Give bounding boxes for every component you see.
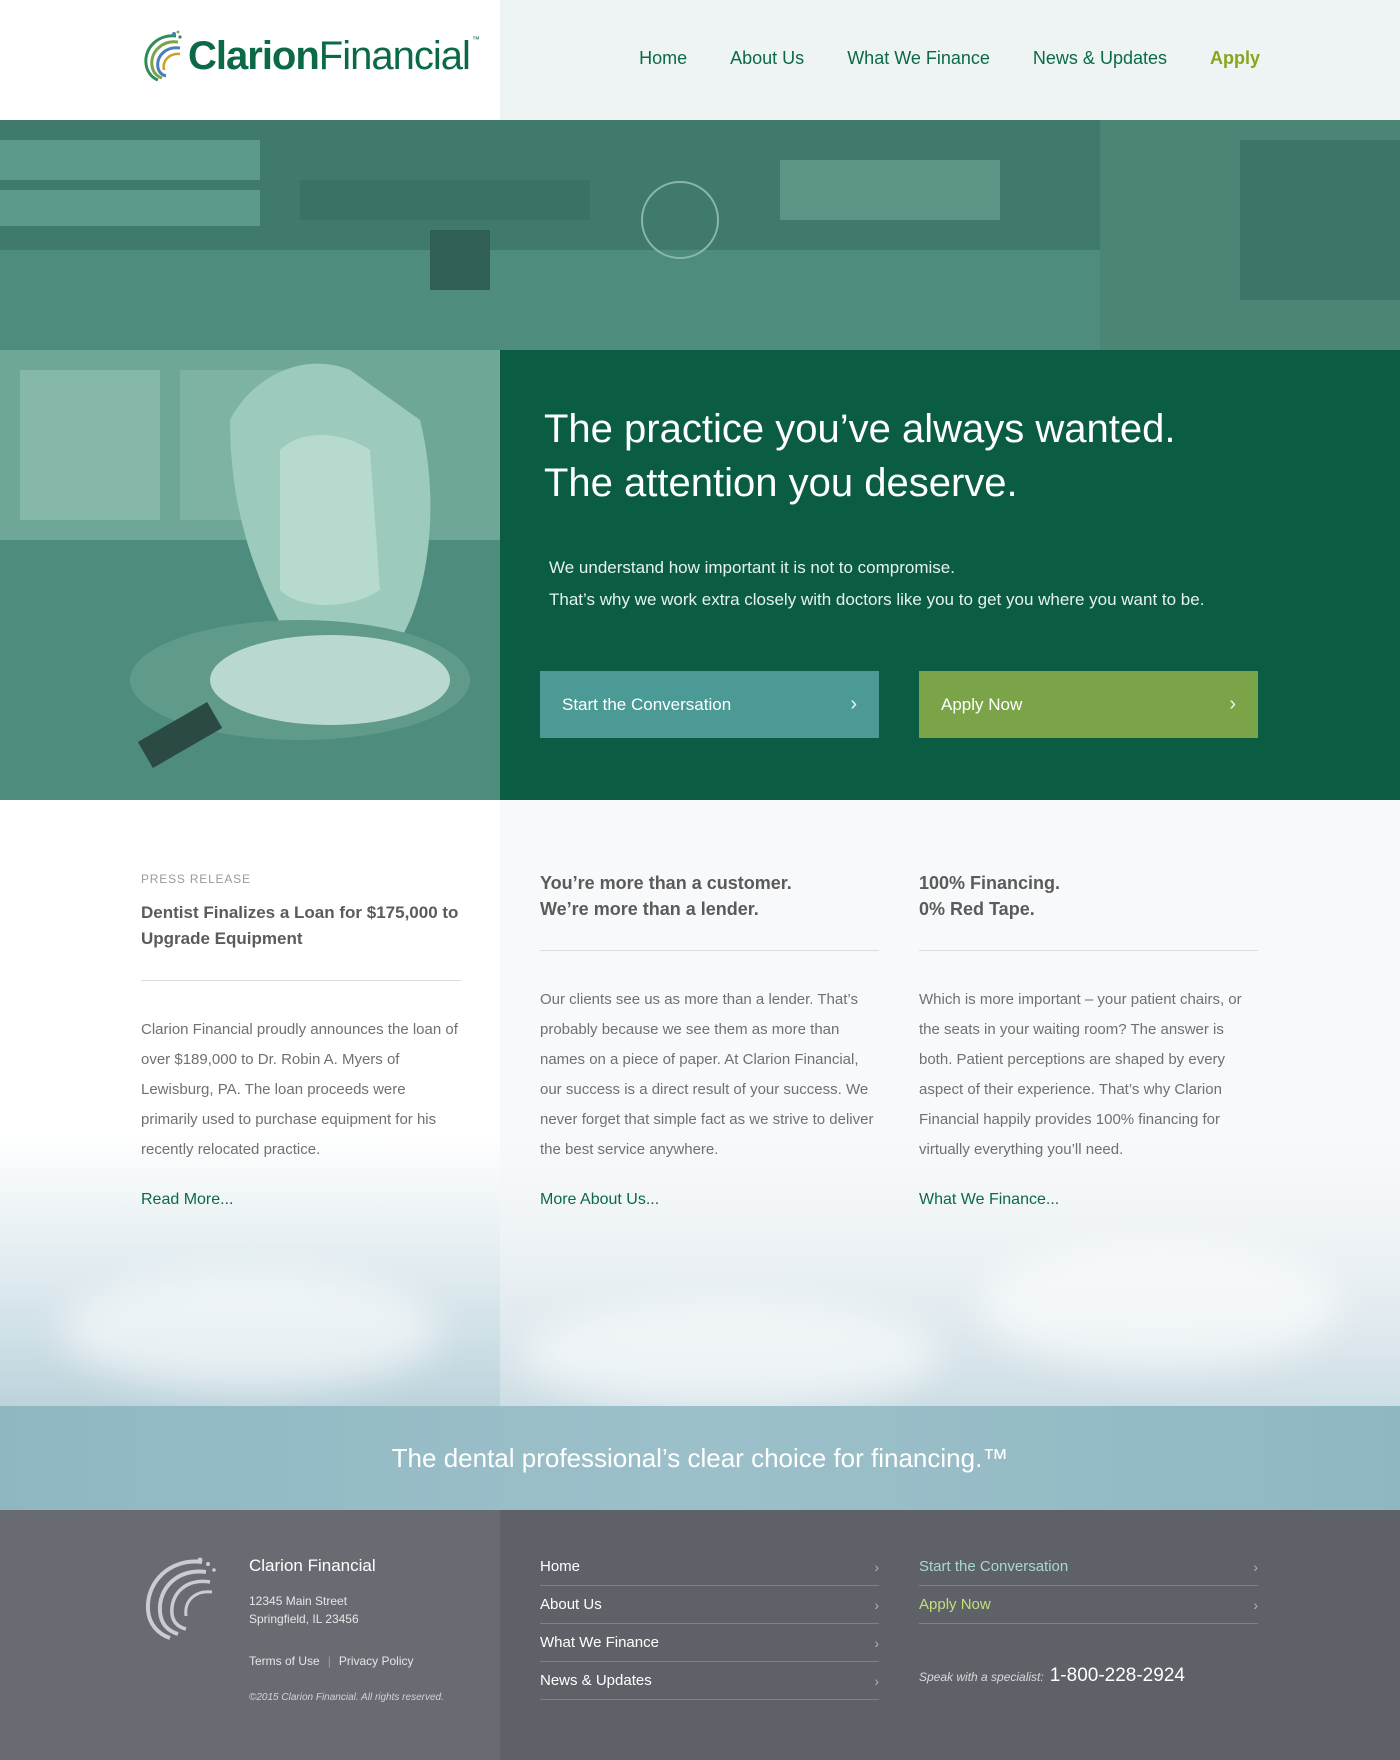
about-column: You’re more than a customer. We’re more … <box>540 870 879 1209</box>
footer-action-label: Start the Conversation <box>919 1558 1069 1575</box>
press-release-column: PRESS RELEASE Dentist Finalizes a Loan f… <box>141 870 461 1209</box>
nav-what-we-finance[interactable]: What We Finance <box>847 48 990 69</box>
about-headline-line2: We’re more than a lender. <box>540 899 759 919</box>
nav-home[interactable]: Home <box>639 48 687 69</box>
chevron-right-icon: › <box>874 1558 879 1575</box>
footer-copyright: ©2015 Clarion Financial. All rights rese… <box>249 1692 444 1703</box>
financing-headline-line1: 100% Financing. <box>919 873 1061 893</box>
site-footer: Clarion Financial 12345 Main Street Spri… <box>0 1510 1400 1760</box>
nav-news-updates[interactable]: News & Updates <box>1033 48 1167 69</box>
logo-word-clarion: Clarion <box>188 34 320 78</box>
chevron-right-icon: › <box>874 1634 879 1651</box>
cloud-decoration <box>980 1240 1340 1370</box>
footer-action-label: Apply Now <box>919 1596 991 1613</box>
footer-phone: Speak with a specialist: 1-800-228-2924 <box>919 1665 1185 1687</box>
read-more-link[interactable]: Read More... <box>141 1191 233 1209</box>
press-release-kicker: PRESS RELEASE <box>141 872 251 886</box>
logo-word-financial: Financial <box>318 34 471 78</box>
press-release-body: Clarion Financial proudly announces the … <box>141 1021 458 1158</box>
press-release-headline: Dentist Finalizes a Loan for $175,000 to… <box>141 903 459 948</box>
phone-label: Speak with a specialist: <box>919 1670 1044 1684</box>
footer-start-conversation[interactable]: Start the Conversation › <box>919 1548 1258 1586</box>
cloud-decoration <box>60 1270 440 1390</box>
footer-apply-now[interactable]: Apply Now › <box>919 1586 1258 1624</box>
about-headline-line1: You’re more than a customer. <box>540 873 792 893</box>
financing-body: Which is more important – your patient c… <box>919 991 1242 1158</box>
hero-headline-line2: The attention you deserve. <box>544 461 1018 505</box>
divider <box>919 950 1258 951</box>
hero-section: The practice you’ve always wanted. The a… <box>0 120 1400 800</box>
footer-nav-what-we-finance[interactable]: What We Finance › <box>540 1624 879 1662</box>
footer-nav-label: Home <box>540 1558 581 1575</box>
site-header: ClarionFinancial ™ Home About Us What We … <box>0 0 1400 120</box>
nav-apply[interactable]: Apply <box>1210 48 1260 69</box>
hero-sub-line2: That’s why we work extra closely with do… <box>549 590 1205 609</box>
about-body: Our clients see us as more than a lender… <box>540 991 874 1158</box>
swoosh-logo-icon <box>145 1557 216 1640</box>
clarion-logo[interactable]: ClarionFinancial ™ <box>140 28 480 84</box>
chevron-right-icon: › <box>1229 693 1236 715</box>
start-conversation-button[interactable]: Start the Conversation › <box>540 671 879 738</box>
hero-headline-line1: The practice you’ve always wanted. <box>544 407 1176 451</box>
main-nav: Home About Us What We Finance News & Upd… <box>639 48 1260 69</box>
footer-address: 12345 Main Street Springfield, IL 23456 <box>249 1592 359 1628</box>
footer-nav-home[interactable]: Home › <box>540 1548 879 1586</box>
financing-headline: 100% Financing. 0% Red Tape. <box>919 870 1258 922</box>
apply-now-button[interactable]: Apply Now › <box>919 671 1258 738</box>
content-section: PRESS RELEASE Dentist Finalizes a Loan f… <box>0 800 1400 1406</box>
privacy-policy-link[interactable]: Privacy Policy <box>339 1654 414 1668</box>
footer-company-name: Clarion Financial <box>249 1556 376 1575</box>
chevron-right-icon: › <box>874 1596 879 1613</box>
nav-about-us[interactable]: About Us <box>730 48 804 69</box>
footer-actions: Start the Conversation › Apply Now › <box>919 1548 1258 1624</box>
chevron-right-icon: › <box>850 693 857 715</box>
footer-company-area <box>0 1510 500 1760</box>
footer-legal-links: Terms of Use | Privacy Policy <box>249 1654 414 1668</box>
hero-sub-line1: We understand how important it is not to… <box>549 558 955 577</box>
footer-nav-label: About Us <box>540 1596 602 1613</box>
tagline-banner: The dental professional’s clear choice f… <box>0 1406 1400 1510</box>
footer-nav: Home › About Us › What We Finance › News… <box>540 1548 879 1700</box>
chevron-right-icon: › <box>874 1672 879 1689</box>
divider <box>141 980 461 981</box>
hero-headline: The practice you’ve always wanted. The a… <box>544 402 1304 510</box>
footer-address-line1: 12345 Main Street <box>249 1594 348 1608</box>
logo-trademark: ™ <box>471 35 480 44</box>
footer-address-line2: Springfield, IL 23456 <box>249 1612 359 1626</box>
divider <box>540 950 879 951</box>
chevron-right-icon: › <box>1253 1596 1258 1613</box>
financing-headline-line2: 0% Red Tape. <box>919 899 1035 919</box>
terms-of-use-link[interactable]: Terms of Use <box>249 1654 320 1668</box>
apply-now-label: Apply Now <box>941 694 1023 714</box>
chevron-right-icon: › <box>1253 1558 1258 1575</box>
footer-nav-news-updates[interactable]: News & Updates › <box>540 1662 879 1700</box>
about-headline: You’re more than a customer. We’re more … <box>540 870 879 922</box>
legal-separator: | <box>327 1654 331 1668</box>
financing-column: 100% Financing. 0% Red Tape. Which is mo… <box>919 870 1258 1209</box>
phone-number[interactable]: 1-800-228-2924 <box>1050 1665 1185 1687</box>
what-we-finance-link[interactable]: What We Finance... <box>919 1191 1059 1209</box>
swoosh-logo-icon <box>144 30 182 82</box>
cloud-decoration <box>520 1300 940 1406</box>
more-about-us-link[interactable]: More About Us... <box>540 1191 659 1209</box>
footer-nav-about-us[interactable]: About Us › <box>540 1586 879 1624</box>
start-conversation-label: Start the Conversation <box>562 694 732 714</box>
tagline-text: The dental professional’s clear choice f… <box>391 1442 1009 1473</box>
footer-nav-label: News & Updates <box>540 1672 652 1689</box>
hero-subheading: We understand how important it is not to… <box>549 552 1309 616</box>
footer-nav-label: What We Finance <box>540 1634 659 1651</box>
